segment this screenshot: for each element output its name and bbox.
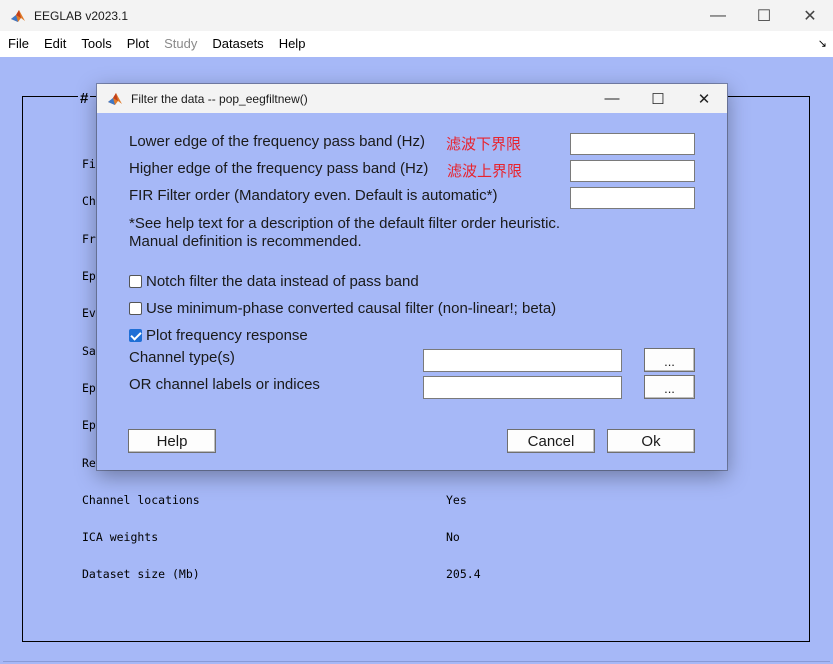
higher-edge-annotation: 滤波上界限	[447, 163, 523, 180]
filter-order-note-line1: *See help text for a description of the …	[129, 215, 561, 232]
info-value-ica-weights: No	[446, 530, 460, 544]
channel-type-browse-button[interactable]: ...	[644, 348, 695, 372]
notch-filter-checkbox[interactable]	[129, 275, 142, 288]
info-value-dataset-size: 205.4	[446, 567, 481, 581]
info-label-epochs: Ep	[82, 269, 96, 283]
dialog-titlebar: Filter the data -- pop_eegfiltnew() — ☐ …	[97, 84, 727, 113]
lower-edge-label: Lower edge of the frequency pass band (H…	[129, 133, 426, 150]
filter-order-note-line2: Manual definition is recommended.	[129, 233, 362, 250]
menu-edit[interactable]: Edit	[36, 31, 73, 57]
higher-edge-label: Higher edge of the frequency pass band (…	[129, 160, 429, 177]
min-phase-checkbox[interactable]	[129, 302, 142, 315]
plot-freq-response-checkbox[interactable]	[129, 329, 142, 342]
info-label-sampling-rate: Sa	[82, 344, 96, 358]
lower-edge-annotation: 滤波下界限	[446, 136, 522, 153]
cancel-button[interactable]: Cancel	[507, 429, 595, 453]
higher-edge-input[interactable]	[570, 160, 695, 182]
toolbar-overflow-icon[interactable]: ↘	[818, 37, 827, 50]
info-label-events: Ev	[82, 306, 96, 320]
dialog-close-button[interactable]: ✕	[681, 84, 727, 113]
dataset-title: #	[78, 90, 91, 107]
channel-type-input[interactable]	[423, 349, 622, 372]
dialog-maximize-button[interactable]: ☐	[635, 84, 681, 113]
lower-edge-input[interactable]	[570, 133, 695, 155]
channel-labels-label: OR channel labels or indices	[129, 376, 320, 393]
close-button[interactable]: ✕	[787, 0, 833, 31]
info-label-filename: Fi	[82, 157, 96, 171]
filter-order-label: FIR Filter order (Mandatory even. Defaul…	[129, 187, 498, 204]
info-label-dataset-size: Dataset size (Mb)	[82, 567, 200, 581]
menu-datasets[interactable]: Datasets	[204, 31, 270, 57]
filter-dialog: Filter the data -- pop_eegfiltnew() — ☐ …	[97, 84, 727, 470]
filter-order-input[interactable]	[570, 187, 695, 209]
menubar: File Edit Tools Plot Study Datasets Help…	[0, 31, 833, 57]
info-label-channel-locations: Channel locations	[82, 493, 200, 507]
matlab-logo-icon	[10, 8, 26, 24]
info-label-reference: Re	[82, 456, 96, 470]
channel-labels-browse-button[interactable]: ...	[644, 375, 695, 399]
menu-file[interactable]: File	[0, 31, 36, 57]
channel-labels-input[interactable]	[423, 376, 622, 399]
menu-help[interactable]: Help	[271, 31, 313, 57]
info-label-channels: Ch	[82, 194, 96, 208]
info-label-ica-weights: ICA weights	[82, 530, 159, 544]
plot-freq-response-label[interactable]: Plot frequency response	[146, 327, 308, 344]
help-button[interactable]: Help	[128, 429, 216, 453]
menu-study: Study	[164, 36, 198, 51]
window-title: EEGLAB v2023.1	[34, 8, 129, 23]
minimize-button[interactable]: —	[695, 0, 741, 31]
notch-filter-label[interactable]: Notch filter the data instead of pass ba…	[146, 273, 419, 290]
menu-plot[interactable]: Plot	[119, 31, 156, 57]
info-label-epoch-end: Ep	[82, 418, 96, 432]
min-phase-label[interactable]: Use minimum-phase converted causal filte…	[146, 300, 556, 317]
dialog-title: Filter the data -- pop_eegfiltnew()	[131, 91, 308, 106]
dialog-minimize-button[interactable]: —	[589, 84, 635, 113]
menu-tools[interactable]: Tools	[73, 31, 118, 57]
info-label-frames: Fr	[82, 232, 96, 246]
info-label-epoch-start: Ep	[82, 381, 96, 395]
main-titlebar: EEGLAB v2023.1 — ☐ ✕	[0, 0, 833, 31]
matlab-logo-icon	[107, 91, 123, 107]
info-value-channel-locations: Yes	[446, 493, 467, 507]
channel-type-label: Channel type(s)	[129, 349, 235, 366]
ok-button[interactable]: Ok	[607, 429, 695, 453]
maximize-button[interactable]: ☐	[741, 0, 787, 31]
